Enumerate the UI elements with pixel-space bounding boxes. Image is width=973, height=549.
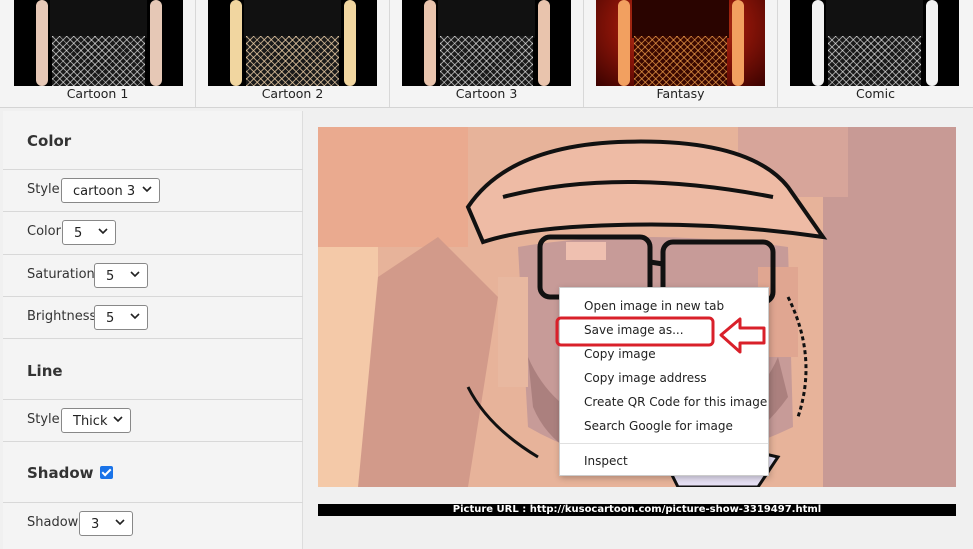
thumbnail-image <box>14 0 183 86</box>
shadow-amount-select[interactable]: 3 <box>79 511 133 536</box>
thumbnail-label: Fantasy <box>656 86 705 101</box>
highlight-box <box>555 316 715 347</box>
thumbnail-cartoon-1[interactable]: Cartoon 1 <box>0 0 196 107</box>
line-style-select[interactable]: Thick <box>61 408 131 433</box>
thumbnail-cartoon-2[interactable]: Cartoon 2 <box>196 0 390 107</box>
thumbnail-label: Comic <box>856 86 895 101</box>
color-style-row: Style cartoon 3 <box>3 169 303 211</box>
menu-item-search-google-image[interactable]: Search Google for image <box>560 414 768 438</box>
color-count-label: Color <box>27 224 61 239</box>
shadow-amount-label: Shadow <box>27 515 79 530</box>
line-style-label: Style <box>27 412 60 427</box>
thumbnail-image <box>596 0 765 86</box>
thumbnail-fantasy[interactable]: Fantasy <box>584 0 778 107</box>
chevron-down-icon <box>113 416 123 423</box>
picture-url-bar: Picture URL : http://kusocartoon.com/pic… <box>318 504 956 516</box>
shadow-amount-row: Shadow 3 <box>3 502 303 544</box>
thumbnail-label: Cartoon 1 <box>66 86 129 101</box>
color-count-select[interactable]: 5 <box>62 220 116 245</box>
style-thumbnail-strip: Cartoon 1 Cartoon 2 Cartoon 3 Fantasy Co… <box>0 0 973 108</box>
save-highlight-annotation <box>555 316 766 354</box>
menu-item-inspect[interactable]: Inspect <box>560 449 768 473</box>
menu-item-create-qr-code[interactable]: Create QR Code for this image <box>560 390 768 414</box>
color-count-row: Color 5 <box>3 211 303 253</box>
select-value: 5 <box>106 269 115 284</box>
select-value: 3 <box>91 517 100 532</box>
thumbnail-cartoon-3[interactable]: Cartoon 3 <box>390 0 584 107</box>
chevron-down-icon <box>130 313 140 320</box>
color-style-label: Style <box>27 182 60 197</box>
arrow-left-icon <box>719 317 766 354</box>
menu-item-copy-image-address[interactable]: Copy image address <box>560 366 768 390</box>
select-value: cartoon 3 <box>73 184 136 199</box>
thumbnail-comic[interactable]: Comic <box>778 0 973 107</box>
line-section-header: Line <box>3 338 303 400</box>
thumbnail-label: Cartoon 3 <box>455 86 518 101</box>
menu-separator <box>560 443 768 444</box>
shadow-section-header: Shadow <box>3 441 303 503</box>
chevron-down-icon <box>130 271 140 278</box>
thumbnail-image <box>208 0 377 86</box>
select-value: 5 <box>106 311 115 326</box>
color-section-title: Color <box>27 132 72 150</box>
shadow-title-text: Shadow <box>27 464 94 482</box>
shadow-checkbox[interactable] <box>99 466 113 479</box>
chevron-down-icon <box>115 519 125 526</box>
shadow-section-title: Shadow <box>3 464 303 482</box>
chevron-down-icon <box>98 228 108 235</box>
color-style-select[interactable]: cartoon 3 <box>61 178 160 203</box>
select-value: Thick <box>73 414 108 429</box>
select-value: 5 <box>74 226 83 241</box>
thumbnail-image <box>402 0 571 86</box>
line-style-row: Style Thick <box>3 399 303 441</box>
saturation-row: Saturation 5 <box>3 254 303 296</box>
thumbnail-label: Cartoon 2 <box>261 86 324 101</box>
brightness-label: Brightness <box>27 309 97 324</box>
brightness-select[interactable]: 5 <box>94 305 148 330</box>
brightness-row: Brightness 5 <box>3 296 303 338</box>
thumbnail-image <box>790 0 959 86</box>
saturation-select[interactable]: 5 <box>94 263 148 288</box>
settings-panel: Color Style cartoon 3 Color 5 Saturation… <box>3 111 303 549</box>
line-section-title: Line <box>27 362 63 380</box>
chevron-down-icon <box>142 186 152 193</box>
saturation-label: Saturation <box>27 267 95 282</box>
